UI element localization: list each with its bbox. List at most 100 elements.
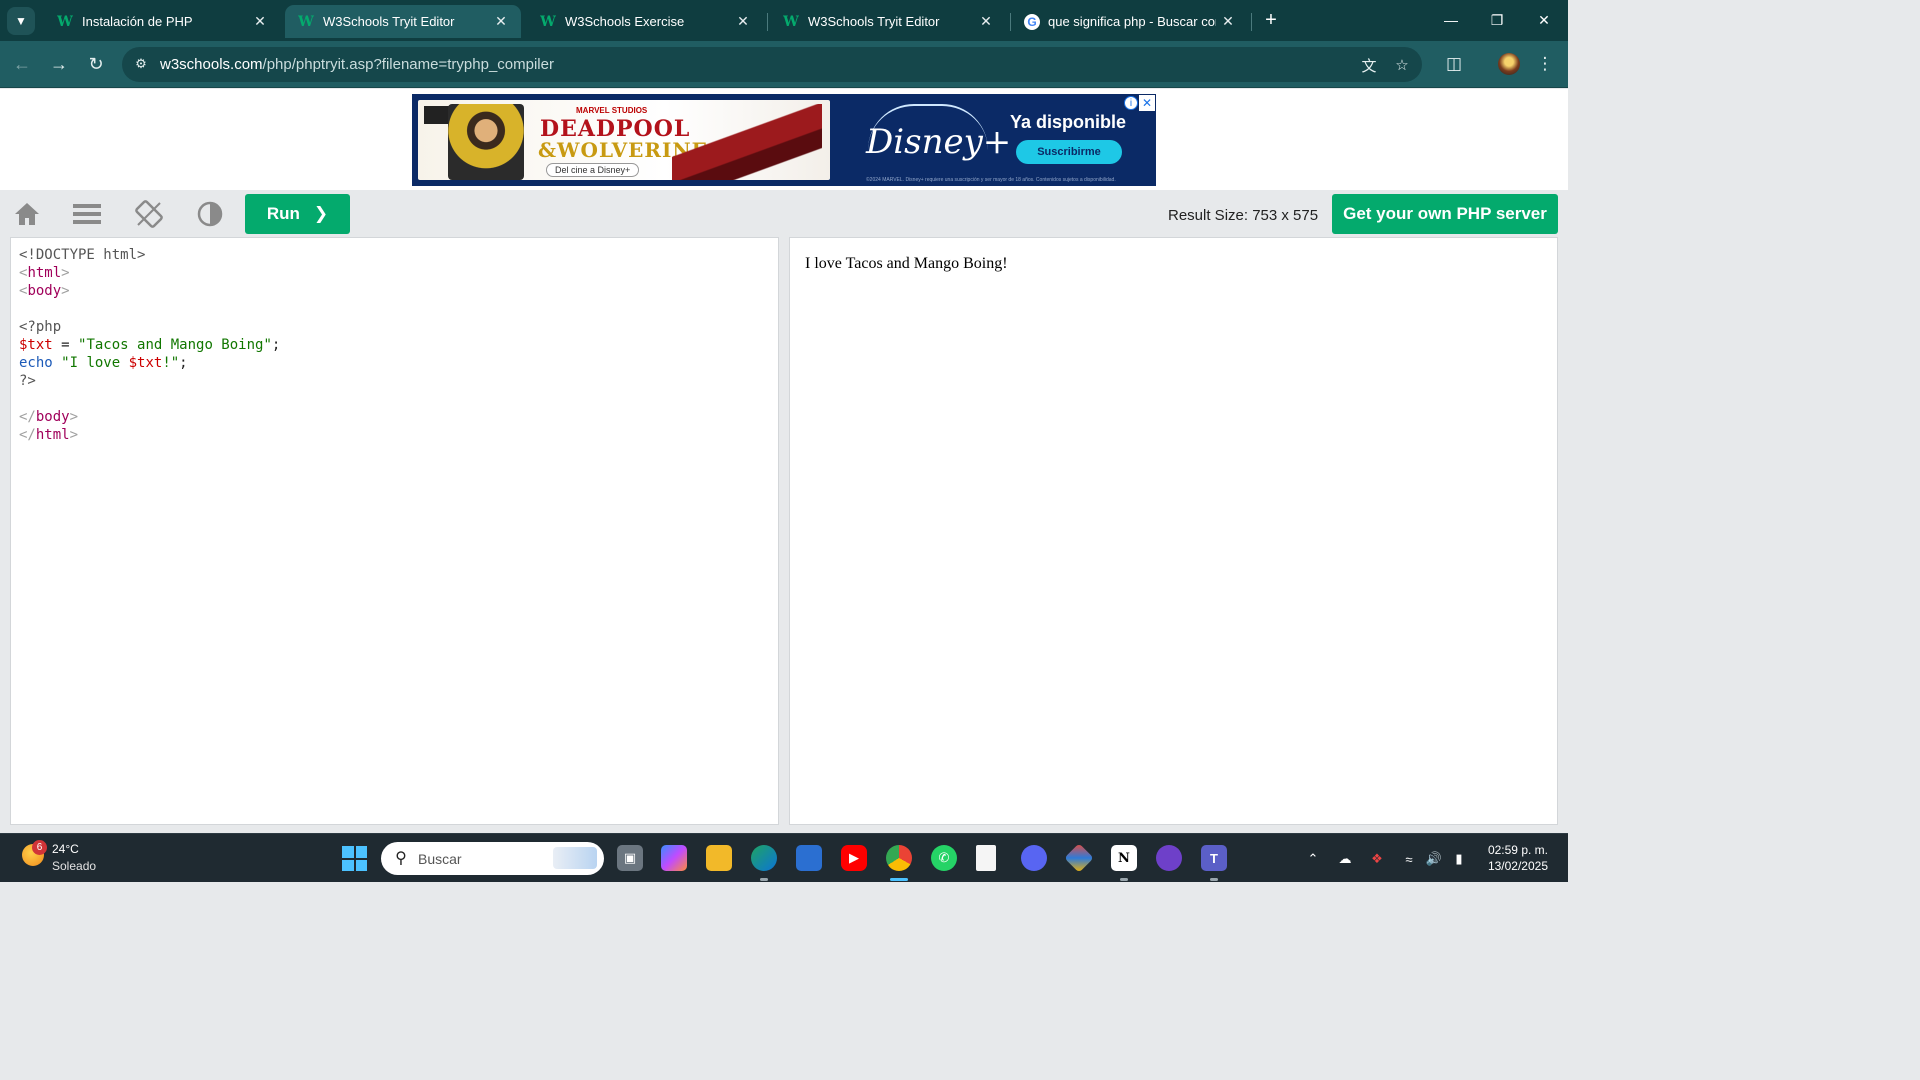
battery-icon[interactable]: ▮ (1449, 849, 1469, 869)
clock-time[interactable]: 02:59 p. m. (1486, 843, 1548, 857)
code-string: "Tacos and Mango Boing" (78, 337, 272, 353)
ad-subscribe-button[interactable]: Suscribirme (1016, 140, 1122, 164)
tab-title: W3Schools Exercise (565, 14, 685, 29)
site-settings-icon[interactable]: ⚙ (132, 55, 150, 73)
whatsapp-icon[interactable]: ✆ (931, 845, 957, 871)
code-echo-string: "I love (61, 355, 129, 371)
code-assign: = (52, 337, 79, 353)
forward-arrow-icon[interactable]: → (46, 51, 72, 77)
ad-cinema-note: Del cine a Disney+ (546, 163, 640, 177)
restore-icon[interactable]: ❐ (1474, 6, 1520, 34)
ad-banner[interactable]: MARVEL STUDIOS DEADPOOL &WOLVERINE Del c… (412, 94, 1156, 186)
discord-icon[interactable] (1021, 845, 1047, 871)
translate-icon[interactable]: 文 (1359, 55, 1379, 75)
copilot-icon[interactable] (661, 845, 687, 871)
url-host: w3schools.com (160, 56, 263, 73)
chevron-up-icon[interactable]: ⌃ (1303, 849, 1323, 869)
run-button[interactable]: Run ❯ (245, 194, 350, 234)
weather-description[interactable]: Soleado (52, 859, 96, 873)
tab-close-icon[interactable]: ✕ (731, 13, 755, 30)
result-output-text: I love Tacos and Mango Boing! (805, 255, 1008, 272)
search-highlight-image (553, 847, 597, 869)
code-echo: echo (19, 355, 53, 371)
task-view-icon[interactable]: ▣ (617, 845, 643, 871)
tab-close-icon[interactable]: ✕ (974, 13, 998, 30)
cloud-sync-error-icon[interactable]: ☁ (1335, 849, 1355, 869)
code-echo-string-end: !" (162, 355, 180, 371)
w3schools-icon: W (783, 13, 799, 30)
extensions-puzzle-icon[interactable]: ◫ (1442, 52, 1466, 76)
search-icon: ⚲ (395, 850, 407, 867)
menu-hamburger-icon[interactable] (71, 198, 103, 230)
clock-date[interactable]: 13/02/2025 (1480, 859, 1548, 873)
code-php-close: ?> (19, 373, 36, 389)
browser-tab-3[interactable]: W W3Schools Exercise ✕ (527, 5, 763, 38)
url-text[interactable]: w3schools.com/php/phptryit.asp?filename=… (160, 56, 554, 73)
windows-start-icon[interactable] (342, 846, 367, 871)
code-echo-var: $txt (128, 355, 163, 371)
windows-taskbar: 6 24°C Soleado ⚲ Buscar ▣ ▶ ✆ N T ⌃ ☁ ❖ … (0, 833, 1568, 882)
result-panel[interactable]: I love Tacos and Mango Boing! (789, 237, 1558, 825)
running-indicator (760, 878, 768, 881)
ad-area: MARVEL STUDIOS DEADPOOL &WOLVERINE Del c… (0, 89, 1568, 190)
taskbar-search-box[interactable]: ⚲ Buscar (381, 842, 604, 875)
tab-separator (1251, 13, 1252, 31)
address-bar[interactable]: ⚙ w3schools.com/php/phptryit.asp?filenam… (122, 47, 1422, 82)
tab-close-icon[interactable]: ✕ (1216, 13, 1240, 30)
minimize-icon[interactable]: — (1428, 6, 1474, 34)
tab-close-icon[interactable]: ✕ (248, 13, 272, 30)
profile-avatar[interactable] (1498, 53, 1520, 75)
new-tab-button[interactable]: + (1259, 8, 1283, 32)
tab-close-icon[interactable]: ✕ (489, 13, 513, 30)
get-php-server-button[interactable]: Get your own PHP server (1332, 194, 1558, 234)
github-icon[interactable] (1156, 845, 1182, 871)
ad-close-icon[interactable]: ✕ (1139, 95, 1155, 111)
browser-tab-5[interactable]: G que significa php - Buscar con G ✕ (1012, 5, 1248, 38)
edge-browser-icon[interactable] (751, 845, 777, 871)
blank-document-icon[interactable] (976, 845, 996, 871)
w3schools-icon: W (298, 13, 314, 30)
volume-icon[interactable]: 🔊 (1424, 849, 1444, 869)
chrome-browser-icon[interactable] (886, 845, 912, 871)
git-client-icon[interactable] (1064, 843, 1094, 873)
ad-fine-print: ©2024 MARVEL. Disney+ requiere una suscr… (866, 177, 1116, 183)
code-body-open: body (27, 283, 62, 299)
notion-icon[interactable]: N (1111, 845, 1137, 871)
run-label: Run (266, 204, 300, 223)
running-indicator (1210, 878, 1218, 881)
youtube-icon[interactable]: ▶ (841, 845, 867, 871)
file-explorer-icon[interactable] (706, 845, 732, 871)
back-arrow-icon[interactable]: ← (9, 51, 35, 77)
home-icon[interactable] (11, 198, 43, 230)
google-icon: G (1024, 13, 1040, 30)
browser-tab-1[interactable]: W Instalación de PHP ✕ (44, 5, 280, 38)
result-size-label: Result Size: 753 x 575 (1168, 207, 1319, 224)
code-php-open: <?php (19, 319, 62, 335)
code-semicolon: ; (271, 337, 281, 353)
tab-search-chevron-icon[interactable]: ▼ (7, 7, 35, 35)
browser-tab-2-active[interactable]: W W3Schools Tryit Editor ✕ (285, 5, 521, 38)
active-app-indicator (890, 878, 908, 881)
bookmark-star-icon[interactable]: ☆ (1392, 55, 1412, 75)
wolverine-image (448, 104, 524, 180)
microsoft-store-icon[interactable] (796, 845, 822, 871)
reload-icon[interactable]: ↻ (83, 51, 109, 77)
browser-tab-4[interactable]: W W3Schools Tryit Editor ✕ (770, 5, 1006, 38)
browser-tab-strip: ▼ W Instalación de PHP ✕ W W3Schools Try… (0, 0, 1568, 41)
weather-temperature[interactable]: 24°C (52, 842, 79, 856)
code-editor[interactable]: <!DOCTYPE html> <html> <body> <?php $txt… (19, 246, 280, 444)
close-window-icon[interactable]: ✕ (1521, 6, 1567, 34)
tab-title: W3Schools Tryit Editor (323, 14, 455, 29)
weather-badge: 6 (32, 840, 47, 855)
browser-menu-icon[interactable]: ⋮ (1533, 52, 1557, 76)
code-editor-panel[interactable]: <!DOCTYPE html> <html> <body> <?php $txt… (10, 237, 779, 825)
ad-info-icon[interactable]: i (1124, 96, 1138, 110)
wifi-icon[interactable]: ≈ (1399, 849, 1419, 869)
rotate-orientation-icon[interactable] (133, 198, 165, 230)
dark-mode-contrast-icon[interactable] (194, 198, 226, 230)
dropbox-icon[interactable]: ❖ (1367, 849, 1387, 869)
code-doctype: <!DOCTYPE html> (19, 247, 146, 263)
teams-icon[interactable]: T (1201, 845, 1227, 871)
ad-movie-panel: MARVEL STUDIOS DEADPOOL &WOLVERINE Del c… (418, 100, 830, 180)
deadpool-image (672, 104, 822, 180)
